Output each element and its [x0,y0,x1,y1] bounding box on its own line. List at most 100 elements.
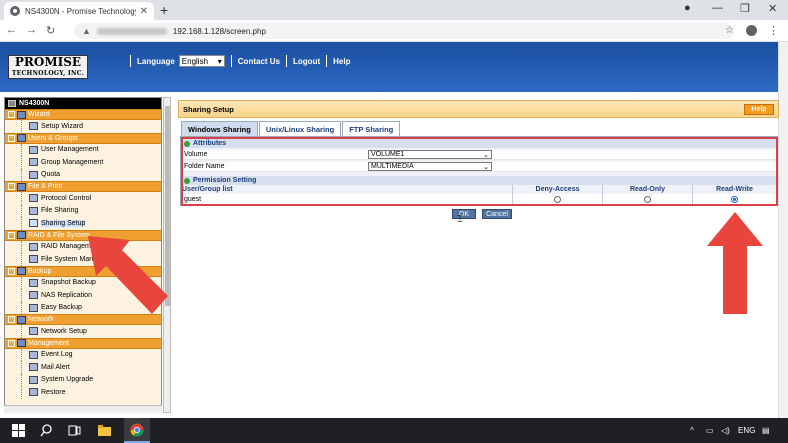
sidebar-category-management[interactable]: − Management [5,337,161,349]
sidebar-item-file-sharing[interactable]: File Sharing [5,204,161,218]
star-icon[interactable]: ☆ [725,25,734,36]
tab-unix-linux-sharing[interactable]: Unix/Linux Sharing [258,121,342,136]
collapse-icon[interactable]: − [8,316,15,323]
item-icon [29,194,38,203]
logout-link[interactable]: Logout [293,57,320,66]
highlight-frame [181,137,778,206]
sidebar-item-system-upgrade[interactable]: System Upgrade [5,373,161,387]
sidebar-item-sharing-setup[interactable]: Sharing Setup [5,217,161,230]
tab-windows-sharing[interactable]: Windows Sharing [181,121,258,136]
sidebar-category-label: Wizard [28,111,50,118]
reload-icon[interactable]: ↻ [46,24,55,37]
account-icon[interactable] [746,25,757,36]
tree-root[interactable]: NS4300N [5,98,161,109]
collapse-icon[interactable]: − [8,231,15,239]
contact-link[interactable]: Contact Us [238,57,280,66]
tab-ftp-sharing[interactable]: FTP Sharing [342,121,401,136]
sidebar-category-label: Backup [28,267,52,275]
sidebar-item-group-management[interactable]: Group Management [5,156,161,169]
volume-icon[interactable]: ◁) [721,426,730,435]
ok-button[interactable]: OK [452,209,476,219]
chevron-up-icon[interactable]: ^ [690,426,694,435]
address-bar: ← → ↻ ▲ 192.168.1.128/screen.php ☆ ⋮ [0,20,788,42]
maximize-button[interactable]: ❐ [740,2,750,15]
item-icon [29,170,38,179]
help-button[interactable]: Help [744,104,774,115]
url-text: 192.168.1.128/screen.php [172,26,266,36]
category-icon [17,339,26,347]
menu-icon[interactable]: ⋮ [768,24,779,37]
item-icon [29,145,38,154]
sidebar-item-user-management[interactable]: User Management [5,143,161,157]
sidebar-item-setup-wizard[interactable]: Setup Wizard [5,120,161,133]
close-window-button[interactable]: ✕ [768,2,777,15]
sidebar-item-label: User Management [41,146,99,154]
collapse-icon[interactable]: − [8,111,15,118]
close-icon[interactable]: ✕ [140,6,148,17]
browser-tab[interactable]: NS4300N - Promise Technology, Inc ✕ [4,2,154,20]
sidebar-category-label: Users & Groups [28,134,78,142]
sidebar-item-quota[interactable]: Quota [5,168,161,182]
page-title-bar: Sharing Setup Help [178,100,779,118]
right-red-arrow-icon [707,212,763,314]
item-icon [29,219,38,228]
sidebar-item-mail-alert[interactable]: Mail Alert [5,361,161,374]
chrome-icon [130,423,144,437]
sidebar-category-file-print[interactable]: − File & Print [5,181,161,192]
collapse-icon[interactable]: − [8,267,15,275]
url-input[interactable]: ▲ 192.168.1.128/screen.php [74,23,734,39]
sidebar-item-label: Protocol Control [41,194,92,202]
help-link[interactable]: Help [333,57,350,66]
forward-icon[interactable]: → [26,24,37,36]
sidebar-item-label: Sharing Setup [41,219,86,227]
search-icon[interactable] [40,424,53,437]
category-icon [17,134,26,142]
profile-icon[interactable]: ● [684,2,691,14]
cancel-button[interactable]: Cancel [482,209,512,219]
back-icon[interactable]: ← [6,24,17,36]
new-tab-button[interactable]: + [160,2,168,18]
file-explorer-icon[interactable] [98,424,111,437]
sidebar-item-label: Group Management [41,158,104,166]
sidebar-category-label: Management [28,339,69,347]
network-icon[interactable]: ▭ [706,426,714,435]
browser-tabbar: NS4300N - Promise Technology, Inc ✕ + ● … [0,0,788,20]
task-view-icon[interactable] [68,424,81,437]
chrome-taskbar-item[interactable] [124,418,150,443]
item-icon [29,303,38,312]
collapse-icon[interactable]: − [8,339,15,347]
category-icon [17,110,26,119]
warning-icon: ▲ [82,26,91,36]
item-icon [29,242,38,251]
sidebar-item-label: Network Setup [41,327,87,335]
windows-taskbar: ^ ▭ ◁) ENG ▤ [0,418,788,443]
collapse-icon[interactable]: − [8,183,15,190]
sidebar-item-network-setup[interactable]: Network Setup [5,325,161,338]
item-icon [29,122,38,131]
language-indicator[interactable]: ENG [738,426,755,435]
tree-hscrollbar[interactable] [4,405,162,413]
sidebar-item-label: Easy Backup [41,304,82,312]
blurred-text [96,27,167,35]
minimize-button[interactable]: — [712,2,723,14]
language-label: Language [137,56,175,66]
sidebar-item-label: File Sharing [41,207,79,215]
category-icon [17,182,26,191]
item-icon [29,375,38,384]
item-icon [29,388,38,397]
sidebar-item-restore[interactable]: Restore [5,386,161,399]
page-scrollbar[interactable] [778,42,788,418]
notification-icon[interactable]: ▤ [762,426,770,435]
sidebar-item-label: Restore [41,388,66,396]
collapse-icon[interactable]: − [8,134,15,142]
language-select[interactable]: English ▾ [178,55,225,67]
sidebar-item-protocol-control[interactable]: Protocol Control [5,192,161,205]
sidebar-category-wizard[interactable]: − Wizard [5,109,161,120]
sidebar-category-label: Network [28,316,54,323]
item-icon [29,206,38,215]
windows-start-icon[interactable] [12,424,25,437]
sidebar-category-users-groups[interactable]: − Users & Groups [5,132,161,144]
sidebar-item-event-log[interactable]: Event Log [5,348,161,362]
tab-title: NS4300N - Promise Technology, Inc [25,6,136,16]
item-icon [29,255,38,264]
